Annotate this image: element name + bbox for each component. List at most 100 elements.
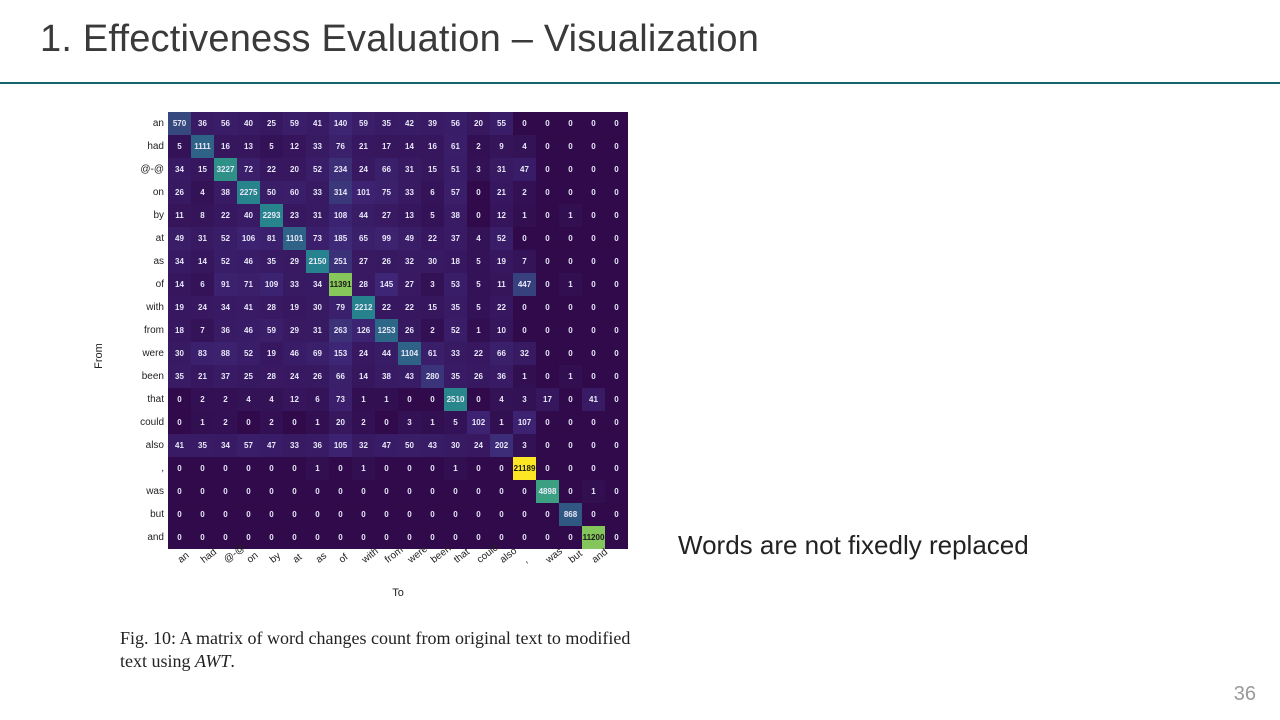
heatmap-cell: 4 (260, 388, 283, 411)
annotation-text: Words are not fixedly replaced (678, 530, 1029, 561)
heatmap-cell: 52 (490, 227, 513, 250)
heatmap-cell: 46 (283, 342, 306, 365)
heatmap-cell: 36 (214, 319, 237, 342)
heatmap-cell: 0 (559, 411, 582, 434)
row-label: at (120, 227, 168, 250)
heatmap-cell: 0 (513, 227, 536, 250)
heatmap-cell: 1111 (191, 135, 214, 158)
heatmap-cell: 0 (421, 480, 444, 503)
heatmap: From anhad@-@onbyatasofwithfromwerebeent… (120, 112, 660, 599)
heatmap-cell: 2150 (306, 250, 329, 273)
heatmap-cell: 0 (260, 480, 283, 503)
heatmap-cell: 7 (191, 319, 214, 342)
heatmap-cell: 0 (191, 503, 214, 526)
heatmap-cell: 19 (283, 296, 306, 319)
heatmap-cell: 57 (444, 181, 467, 204)
heatmap-cell: 2275 (237, 181, 260, 204)
heatmap-cell: 447 (513, 273, 536, 296)
heatmap-cell: 59 (260, 319, 283, 342)
row-label: was (120, 480, 168, 503)
slide: 1. Effectiveness Evaluation – Visualizat… (0, 0, 1280, 720)
heatmap-cell: 61 (421, 342, 444, 365)
heatmap-cell: 0 (329, 503, 352, 526)
heatmap-cell: 0 (605, 296, 628, 319)
heatmap-cell: 0 (559, 457, 582, 480)
heatmap-cell: 0 (536, 457, 559, 480)
heatmap-cell: 0 (467, 181, 490, 204)
heatmap-cell: 0 (582, 158, 605, 181)
heatmap-cell: 0 (352, 503, 375, 526)
heatmap-cell: 14 (168, 273, 191, 296)
heatmap-cell: 5 (168, 135, 191, 158)
heatmap-cell: 0 (559, 480, 582, 503)
heatmap-cell: 33 (306, 135, 329, 158)
heatmap-cell: 40 (237, 112, 260, 135)
heatmap-cell: 34 (214, 434, 237, 457)
heatmap-cell: 52 (214, 250, 237, 273)
heatmap-cell: 0 (329, 480, 352, 503)
heatmap-cell: 0 (513, 480, 536, 503)
heatmap-cell: 0 (375, 480, 398, 503)
heatmap-cell: 13 (237, 135, 260, 158)
heatmap-cell: 0 (490, 503, 513, 526)
heatmap-cell: 2 (467, 135, 490, 158)
heatmap-cell: 1 (513, 365, 536, 388)
heatmap-cell: 0 (444, 480, 467, 503)
heatmap-cell: 0 (467, 457, 490, 480)
heatmap-cell: 0 (168, 457, 191, 480)
heatmap-cell: 0 (536, 319, 559, 342)
heatmap-cell: 36 (191, 112, 214, 135)
heatmap-cell: 36 (490, 365, 513, 388)
heatmap-cell: 51 (444, 158, 467, 181)
heatmap-cell: 30 (421, 250, 444, 273)
heatmap-cell: 19 (168, 296, 191, 319)
heatmap-cell: 1 (444, 457, 467, 480)
slide-title: 1. Effectiveness Evaluation – Visualizat… (40, 18, 759, 61)
heatmap-cell: 0 (605, 135, 628, 158)
heatmap-cell: 34 (168, 250, 191, 273)
heatmap-cell: 65 (352, 227, 375, 250)
heatmap-cell: 41 (168, 434, 191, 457)
heatmap-cell: 43 (421, 434, 444, 457)
heatmap-cell: 2 (421, 319, 444, 342)
heatmap-cell: 22 (375, 296, 398, 319)
heatmap-cell: 570 (168, 112, 191, 135)
heatmap-cell: 43 (398, 365, 421, 388)
heatmap-cell: 38 (444, 204, 467, 227)
heatmap-cell: 19 (260, 342, 283, 365)
heatmap-cell: 0 (605, 342, 628, 365)
heatmap-cell: 28 (260, 296, 283, 319)
heatmap-cell: 1 (421, 411, 444, 434)
heatmap-cell: 0 (375, 411, 398, 434)
heatmap-cell: 30 (444, 434, 467, 457)
heatmap-cell: 314 (329, 181, 352, 204)
heatmap-cell: 0 (582, 434, 605, 457)
heatmap-cell: 0 (191, 457, 214, 480)
heatmap-cell: 37 (214, 365, 237, 388)
heatmap-cell: 14 (398, 135, 421, 158)
heatmap-cell: 32 (352, 434, 375, 457)
heatmap-cell: 23 (283, 204, 306, 227)
heatmap-cell: 0 (260, 503, 283, 526)
row-label: also (120, 434, 168, 457)
heatmap-cell: 0 (536, 250, 559, 273)
heatmap-cell: 153 (329, 342, 352, 365)
heatmap-cell: 50 (260, 181, 283, 204)
heatmap-cell: 0 (605, 503, 628, 526)
heatmap-cell: 35 (260, 250, 283, 273)
heatmap-cell: 79 (329, 296, 352, 319)
row-label: but (120, 503, 168, 526)
heatmap-cell: 1 (191, 411, 214, 434)
heatmap-cell: 22 (214, 204, 237, 227)
heatmap-cell: 185 (329, 227, 352, 250)
heatmap-cell: 0 (559, 319, 582, 342)
heatmap-cell: 59 (352, 112, 375, 135)
heatmap-cell: 24 (352, 342, 375, 365)
row-label: had (120, 135, 168, 158)
heatmap-cell: 0 (605, 434, 628, 457)
row-label: from (120, 319, 168, 342)
heatmap-cell: 47 (513, 158, 536, 181)
heatmap-cell: 0 (490, 457, 513, 480)
heatmap-cell: 91 (214, 273, 237, 296)
heatmap-cell: 73 (329, 388, 352, 411)
